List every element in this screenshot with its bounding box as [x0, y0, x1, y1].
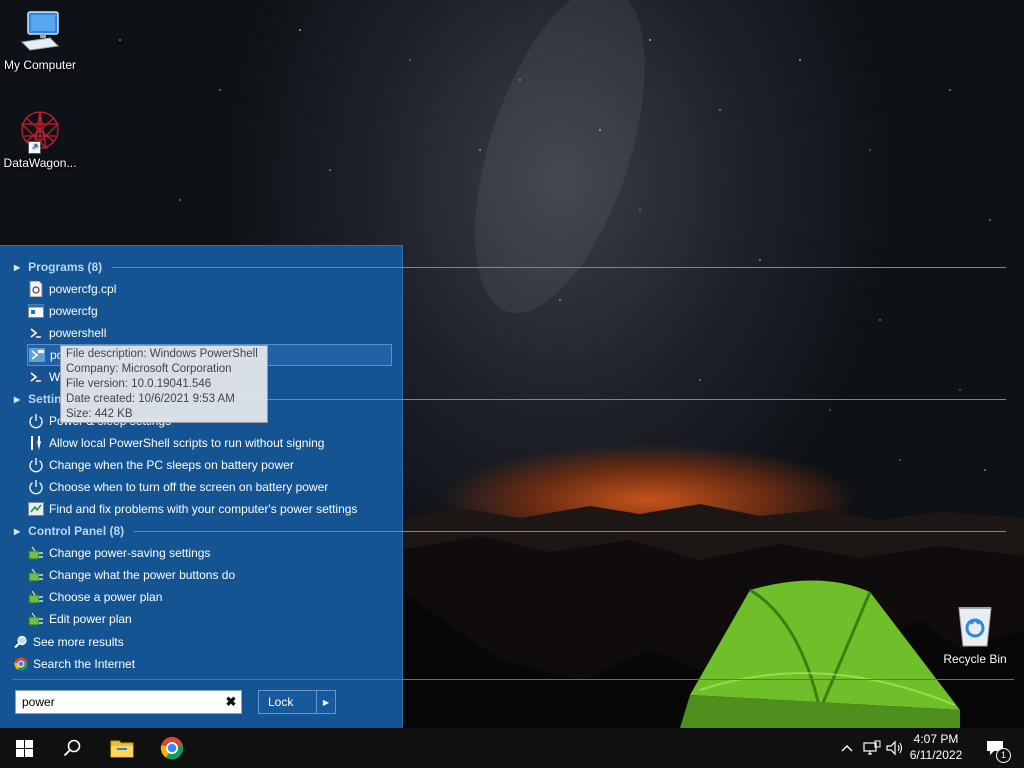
- chrome-icon: [14, 656, 28, 672]
- expand-arrow-icon: ▶: [14, 394, 21, 404]
- program-item-powercfg-cpl[interactable]: powercfg.cpl: [28, 279, 116, 299]
- item-label: See more results: [33, 635, 124, 649]
- item-label: powercfg: [49, 304, 98, 318]
- tooltip-version: File version: 10.0.19041.546: [66, 378, 212, 390]
- power-options-icon: [28, 567, 44, 583]
- item-label: Choose a power plan: [49, 590, 163, 604]
- power-icon: [28, 479, 44, 495]
- control-panel-item-choose-plan[interactable]: Choose a power plan: [28, 587, 162, 607]
- search-input[interactable]: [16, 692, 221, 712]
- program-item-powercfg[interactable]: powercfg: [28, 301, 98, 321]
- section-label: Control Panel (8): [28, 524, 125, 538]
- chevron-right-icon[interactable]: ▶: [316, 691, 335, 713]
- item-label: Edit power plan: [49, 612, 132, 626]
- taskbar-clock[interactable]: 4:07 PM 6/11/2022: [906, 731, 966, 763]
- tooltip-description: File description: Windows PowerShell: [66, 348, 258, 360]
- control-panel-item-power-buttons[interactable]: Change what the power buttons do: [28, 565, 235, 585]
- chrome-icon: [160, 736, 184, 760]
- program-item-windows-powershell[interactable]: W: [28, 367, 60, 387]
- volume-tray-button[interactable]: [884, 728, 906, 768]
- clear-search-icon[interactable]: ✖: [221, 694, 241, 710]
- settings-item-pc-sleeps-battery[interactable]: Change when the PC sleeps on battery pow…: [28, 455, 294, 475]
- action-center-button[interactable]: 1: [978, 728, 1012, 768]
- folder-icon: [110, 740, 134, 758]
- taskbar-chrome-button[interactable]: [148, 728, 196, 768]
- see-more-results-link[interactable]: See more results: [14, 632, 124, 652]
- shortcut-arrow-icon: ↗: [28, 141, 41, 154]
- power-icon: [28, 413, 44, 429]
- taskbar-search-button[interactable]: [48, 728, 96, 768]
- expand-arrow-icon: ▶: [14, 526, 21, 536]
- power-options-icon: [28, 611, 44, 627]
- taskbar-file-explorer-button[interactable]: [98, 728, 146, 768]
- settings-item-troubleshoot-power[interactable]: Find and fix problems with your computer…: [28, 499, 357, 519]
- application-icon: [28, 303, 44, 319]
- desktop-icon-label: Recycle Bin: [943, 652, 1007, 666]
- program-item-powershell[interactable]: powershell: [28, 323, 106, 343]
- lock-button[interactable]: Lock ▶: [258, 690, 336, 714]
- clock-time: 4:07 PM: [913, 732, 959, 746]
- desktop-icon-label: DataWagon...: [3, 156, 77, 170]
- item-label: Allow local PowerShell scripts to run wi…: [49, 436, 325, 450]
- powershell-ise-icon: [29, 347, 45, 363]
- lock-button-label: Lock: [268, 695, 294, 709]
- item-label: W: [49, 370, 61, 384]
- item-label: Change what the power buttons do: [49, 568, 236, 582]
- menu-divider: [12, 679, 1014, 680]
- control-panel-item-edit-plan[interactable]: Edit power plan: [28, 609, 132, 629]
- item-label: Change when the PC sleeps on battery pow…: [49, 458, 294, 472]
- section-divider: [112, 266, 1006, 268]
- item-label: powershell: [49, 326, 107, 340]
- desktop-icon-datawagon[interactable]: ↗ DataWagon...: [0, 106, 80, 170]
- computer-icon: [16, 8, 64, 56]
- windows-logo-icon: [15, 739, 33, 757]
- cpl-file-icon: [28, 281, 44, 297]
- troubleshoot-icon: [28, 501, 44, 517]
- tooltip-size: Size: 442 KB: [66, 408, 133, 420]
- file-info-tooltip: File description: Windows PowerShell Com…: [60, 345, 268, 423]
- network-tray-button[interactable]: [861, 728, 883, 768]
- item-label: Change power-saving settings: [49, 546, 211, 560]
- start-search-box[interactable]: ✖: [15, 690, 242, 714]
- power-options-icon: [28, 545, 44, 561]
- item-label: Search the Internet: [33, 657, 136, 671]
- tooltip-company: Company: Microsoft Corporation: [66, 363, 232, 375]
- section-label: Programs (8): [28, 260, 103, 274]
- speaker-icon: [886, 740, 903, 756]
- section-control-panel[interactable]: ▶ Control Panel (8): [14, 522, 1006, 540]
- control-panel-item-power-saving[interactable]: Change power-saving settings: [28, 543, 210, 563]
- magnifier-icon: [14, 634, 28, 650]
- settings-item-allow-scripts[interactable]: Allow local PowerShell scripts to run wi…: [28, 433, 324, 453]
- power-icon: [28, 457, 44, 473]
- power-options-icon: [28, 589, 44, 605]
- desktop-icon-my-computer[interactable]: My Computer: [0, 8, 80, 72]
- notification-count-badge: 1: [996, 748, 1011, 763]
- expand-arrow-icon: ▶: [14, 262, 21, 272]
- section-programs[interactable]: ▶ Programs (8): [14, 258, 1006, 276]
- start-button[interactable]: [0, 728, 48, 768]
- desktop-icon-recycle-bin[interactable]: Recycle Bin: [935, 602, 1015, 666]
- item-label: powercfg.cpl: [49, 282, 117, 296]
- datawagon-logo-icon: ↗: [16, 106, 64, 154]
- network-icon: [863, 740, 881, 755]
- settings-item-screen-off-battery[interactable]: Choose when to turn off the screen on ba…: [28, 477, 328, 497]
- desktop-icon-label: My Computer: [3, 58, 77, 72]
- show-hidden-icons-button[interactable]: [838, 728, 856, 768]
- tooltip-date-created: Date created: 10/6/2021 9:53 AM: [66, 393, 235, 405]
- taskbar: 4:07 PM 6/11/2022 1: [0, 728, 1024, 768]
- search-internet-link[interactable]: Search the Internet: [14, 654, 135, 674]
- powershell-icon: [28, 369, 44, 385]
- section-divider: [134, 530, 1006, 532]
- item-label: Find and fix problems with your computer…: [49, 502, 358, 516]
- recycle-bin-icon: [951, 602, 999, 650]
- item-label: Choose when to turn off the screen on ba…: [49, 480, 329, 494]
- clock-date: 6/11/2022: [909, 748, 963, 762]
- powershell-icon: [28, 325, 44, 341]
- developer-tools-icon: [28, 435, 44, 451]
- chevron-up-icon: [841, 745, 853, 752]
- search-icon: [63, 739, 81, 757]
